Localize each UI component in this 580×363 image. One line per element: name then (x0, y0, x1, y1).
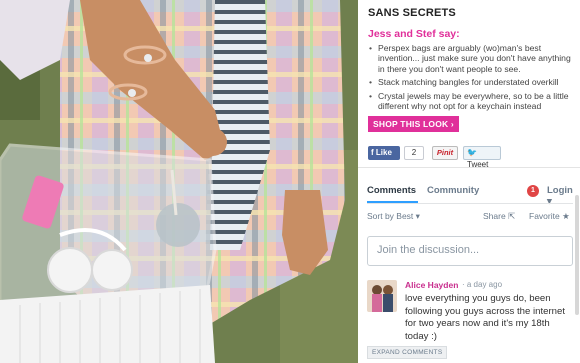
comment-time[interactable]: · a day ago (462, 280, 502, 289)
shop-this-look-button[interactable]: SHOP THIS LOOK › (368, 116, 459, 133)
tips-list: Perspex bags are arguably (wo)man's best… (368, 43, 578, 111)
pinterest-button[interactable]: Pinit (432, 146, 458, 160)
expand-comments-button[interactable]: EXPAND COMMENTS (367, 346, 448, 359)
notification-badge[interactable]: 1 (527, 185, 539, 197)
like-label: Like (375, 148, 392, 157)
tabs-divider (367, 203, 573, 204)
share-button[interactable]: Share ⇱ (483, 211, 515, 222)
share-icon: ⇱ (508, 211, 516, 221)
article: SANS SECRETS Jess and Stef say: Perspex … (368, 7, 578, 133)
tip-item: Crystal jewels may be everywhere, so to … (368, 91, 578, 112)
article-heading: SANS SECRETS (368, 7, 456, 19)
comment-author[interactable]: Alice Hayden (405, 280, 458, 290)
facebook-icon: f (371, 148, 374, 157)
favorite-button[interactable]: Favorite ★ (529, 211, 570, 222)
sort-dropdown[interactable]: Sort by Best ▾ (367, 211, 420, 222)
comment-text: love everything you guys do, been follow… (405, 293, 565, 342)
photo-illustration (0, 0, 358, 363)
tip-item: Perspex bags are arguably (wo)man's best… (368, 43, 578, 74)
tweet-button[interactable]: 🐦 Tweet (463, 146, 501, 169)
facebook-like-button[interactable]: f Like (368, 146, 400, 160)
scrollbar[interactable] (575, 195, 579, 315)
twitter-icon: 🐦 (467, 148, 477, 157)
tip-item: Stack matching bangles for understated o… (368, 77, 578, 88)
tab-community[interactable]: Community (427, 185, 479, 196)
article-subheading: Jess and Stef say: (368, 28, 460, 40)
tab-comments[interactable]: Comments (367, 185, 416, 196)
join-discussion-input[interactable]: Join the discussion... (367, 236, 573, 266)
like-count: 2 (404, 146, 424, 160)
avatar[interactable] (367, 280, 397, 312)
share-label: Share (483, 211, 506, 221)
avatar-image (367, 280, 397, 312)
fashion-photo (0, 0, 358, 363)
comment-tabs: Comments Community 1 Login ▾ (367, 185, 573, 207)
comments-section: Comments Community 1 Login ▾ Sort by Bes… (358, 167, 580, 363)
